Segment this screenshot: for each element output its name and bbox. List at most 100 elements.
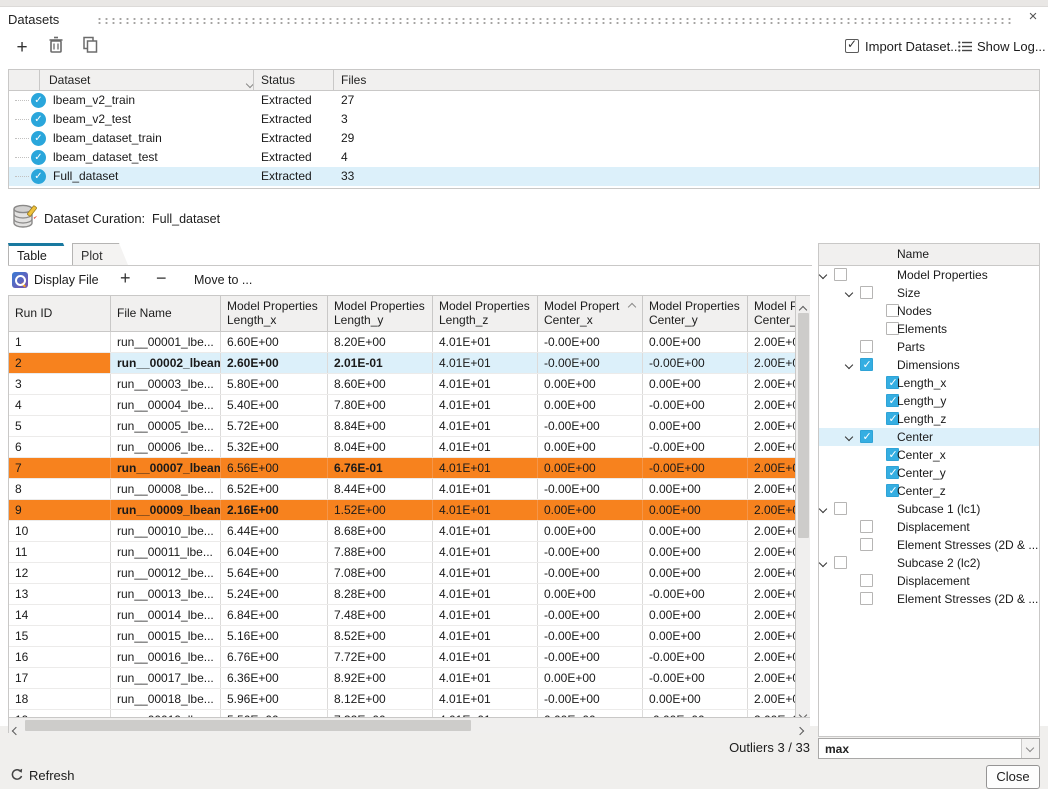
run-row[interactable]: 18run__00018_lbe...5.96E+008.12E+004.01E… — [9, 689, 795, 710]
run-row[interactable]: 4run__00004_lbe...5.40E+007.80E+004.01E+… — [9, 395, 795, 416]
display-file-button[interactable]: Display File — [8, 267, 113, 293]
column-header[interactable]: Model PropertiesLength_y — [328, 296, 433, 331]
cell-value: -0.00E+00 — [643, 458, 748, 478]
tree-item-length-z[interactable]: Length_z — [819, 410, 1039, 428]
checkbox-unchecked[interactable] — [860, 520, 873, 533]
column-header[interactable]: Run ID — [9, 296, 111, 331]
close-icon[interactable]: × — [1024, 8, 1042, 26]
checkbox-checked[interactable] — [860, 430, 873, 443]
run-row[interactable]: 5run__00005_lbe...5.72E+008.84E+004.01E+… — [9, 416, 795, 437]
checkbox-unchecked[interactable] — [860, 592, 873, 605]
run-row[interactable]: 9run__00009_lbeam2.16E+001.52E+004.01E+0… — [9, 500, 795, 521]
run-row[interactable]: 3run__00003_lbe...5.80E+008.60E+004.01E+… — [9, 374, 795, 395]
tab-table[interactable]: Table — [8, 243, 72, 265]
tree-item-element-stresses-2d[interactable]: Element Stresses (2D & ... — [819, 590, 1039, 608]
tree-item-model-properties[interactable]: Model Properties — [819, 266, 1039, 284]
run-row[interactable]: 2run__00002_lbeam2.60E+002.01E-014.01E+0… — [9, 353, 795, 374]
tree-item-element-stresses-2d[interactable]: Element Stresses (2D & ... — [819, 536, 1039, 554]
tree-item-displacement[interactable]: Displacement — [819, 572, 1039, 590]
close-button[interactable]: Close — [986, 765, 1040, 789]
run-row[interactable]: 13run__00013_lbe...5.24E+008.28E+004.01E… — [9, 584, 795, 605]
run-row[interactable]: 1run__00001_lbe...6.60E+008.20E+004.01E+… — [9, 332, 795, 353]
add-run-button[interactable]: + — [120, 268, 131, 289]
checkbox-unchecked[interactable] — [834, 268, 847, 281]
expand-chevron-icon[interactable] — [845, 361, 853, 369]
move-to-button[interactable]: Move to ... — [194, 273, 252, 287]
horizontal-scrollbar-thumb[interactable] — [25, 720, 471, 731]
aggregation-dropdown[interactable]: max — [818, 738, 1040, 759]
checkbox-unchecked[interactable] — [860, 538, 873, 551]
cell-value: 6.76E-01 — [328, 458, 433, 478]
horizontal-scrollbar[interactable] — [9, 717, 810, 733]
run-row[interactable]: 11run__00011_lbe...6.04E+007.88E+004.01E… — [9, 542, 795, 563]
column-header-status[interactable]: Status — [261, 73, 295, 87]
dataset-row[interactable]: ✓lbeam_v2_testExtracted3 — [9, 110, 1039, 129]
expand-chevron-icon[interactable] — [845, 433, 853, 441]
tree-item-dimensions[interactable]: Dimensions — [819, 356, 1039, 374]
run-row[interactable]: 16run__00016_lbe...6.76E+007.72E+004.01E… — [9, 647, 795, 668]
remove-run-button[interactable]: − — [156, 268, 167, 289]
tree-item-displacement[interactable]: Displacement — [819, 518, 1039, 536]
checkbox-checked[interactable] — [860, 358, 873, 371]
expand-chevron-icon[interactable] — [819, 505, 827, 513]
vertical-scrollbar-thumb[interactable] — [798, 313, 809, 538]
tree-item-size[interactable]: Size — [819, 284, 1039, 302]
checkbox-unchecked[interactable] — [834, 556, 847, 569]
cell-value: 2.00E+00 — [748, 542, 795, 562]
column-header-files[interactable]: Files — [341, 73, 366, 87]
tree-item-elements[interactable]: Elements — [819, 320, 1039, 338]
column-header[interactable]: Model PropertiesLength_z — [433, 296, 538, 331]
run-row[interactable]: 8run__00008_lbe...6.52E+008.44E+004.01E+… — [9, 479, 795, 500]
expand-chevron-icon[interactable] — [845, 289, 853, 297]
column-header[interactable]: File Name — [111, 296, 221, 331]
run-row[interactable]: 7run__00007_lbeam6.56E+006.76E-014.01E+0… — [9, 458, 795, 479]
dataset-row[interactable]: ✓lbeam_v2_trainExtracted27 — [9, 91, 1039, 110]
delete-dataset-button[interactable] — [44, 36, 68, 60]
expand-chevron-icon[interactable] — [819, 271, 827, 279]
vertical-scrollbar[interactable] — [795, 296, 810, 717]
checkbox-unchecked[interactable] — [860, 286, 873, 299]
checkbox-unchecked[interactable] — [834, 502, 847, 515]
tree-item-subcase-1-lc1[interactable]: Subcase 1 (lc1) — [819, 500, 1039, 518]
show-log-button[interactable]: Show Log... — [958, 39, 1046, 59]
run-row[interactable]: 19run__00019_lbe...5.56E+007.32E+004.01E… — [9, 710, 795, 717]
run-row[interactable]: 12run__00012_lbe...5.64E+007.08E+004.01E… — [9, 563, 795, 584]
drag-handle[interactable] — [96, 17, 1012, 25]
run-row[interactable]: 17run__00017_lbe...6.36E+008.92E+004.01E… — [9, 668, 795, 689]
tree-item-center-z[interactable]: Center_z — [819, 482, 1039, 500]
run-row[interactable]: 15run__00015_lbe...5.16E+008.52E+004.01E… — [9, 626, 795, 647]
duplicate-dataset-button[interactable] — [78, 36, 102, 60]
dropdown-arrow-button[interactable] — [1021, 739, 1039, 758]
import-dataset-button[interactable]: Import Dataset... — [845, 39, 961, 59]
cell-value: 6.60E+00 — [221, 332, 328, 352]
scroll-right-icon[interactable] — [797, 721, 811, 735]
dataset-row[interactable]: ✓lbeam_dataset_trainExtracted29 — [9, 129, 1039, 148]
tree-item-parts[interactable]: Parts — [819, 338, 1039, 356]
column-header[interactable]: Model PropertiesLength_x — [221, 296, 328, 331]
tree-item-label: Displacement — [897, 572, 970, 590]
tree-item-nodes[interactable]: Nodes — [819, 302, 1039, 320]
dataset-row[interactable]: ✓lbeam_dataset_testExtracted4 — [9, 148, 1039, 167]
checkbox-unchecked[interactable] — [860, 574, 873, 587]
checkbox-unchecked[interactable] — [860, 340, 873, 353]
run-row[interactable]: 10run__00010_lbe...6.44E+008.68E+004.01E… — [9, 521, 795, 542]
tree-item-length-y[interactable]: Length_y — [819, 392, 1039, 410]
column-header[interactable]: Model PropertCenter_x — [538, 296, 643, 331]
run-row[interactable]: 6run__00006_lbe...5.32E+008.04E+004.01E+… — [9, 437, 795, 458]
header-divider — [253, 70, 254, 90]
tree-item-subcase-2-lc2[interactable]: Subcase 2 (lc2) — [819, 554, 1039, 572]
expand-chevron-icon[interactable] — [819, 559, 827, 567]
tree-item-length-x[interactable]: Length_x — [819, 374, 1039, 392]
scroll-up-icon[interactable] — [800, 300, 814, 314]
add-dataset-button[interactable]: + — [10, 36, 34, 60]
column-header-dataset[interactable]: Dataset — [49, 73, 90, 87]
refresh-button[interactable]: Refresh — [10, 768, 75, 788]
run-row[interactable]: 14run__00014_lbe...6.84E+007.48E+004.01E… — [9, 605, 795, 626]
column-header[interactable]: Model PropertiesCenter_y — [643, 296, 748, 331]
tree-item-center-x[interactable]: Center_x — [819, 446, 1039, 464]
dataset-row[interactable]: ✓Full_datasetExtracted33 — [9, 167, 1039, 186]
column-header[interactable]: Model PCenter_ — [748, 296, 795, 331]
tree-item-center-y[interactable]: Center_y — [819, 464, 1039, 482]
tab-plot[interactable]: Plot — [72, 243, 128, 265]
tree-item-center[interactable]: Center — [819, 428, 1039, 446]
